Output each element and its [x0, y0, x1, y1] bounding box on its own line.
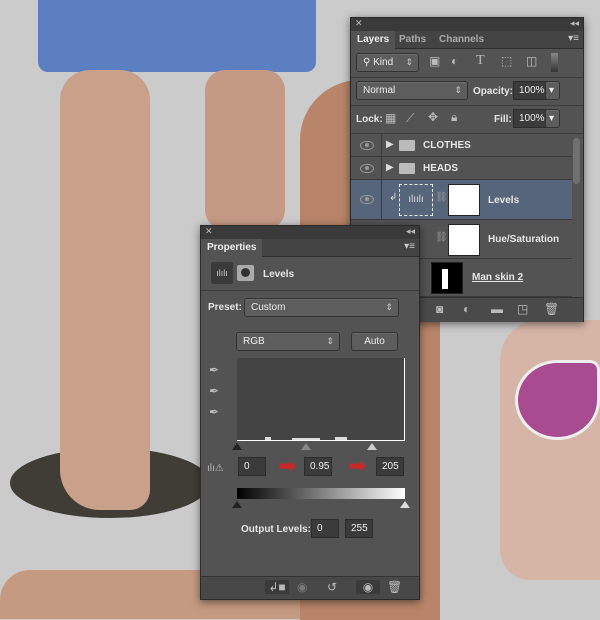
- new-adjustment-icon[interactable]: ◐: [463, 302, 470, 316]
- levels-adjustment-icon: ılıılı: [399, 184, 433, 216]
- layer-thumbnail: [431, 262, 463, 294]
- right-leg: [205, 70, 285, 230]
- tab-paths[interactable]: Paths: [393, 31, 432, 49]
- panel-menu-icon[interactable]: ▾≡: [568, 33, 579, 44]
- layer-name: Hue/Saturation: [488, 234, 560, 245]
- left-leg: [60, 70, 150, 510]
- visibility-eye-icon[interactable]: [360, 164, 374, 173]
- visibility-eye-icon[interactable]: [360, 141, 374, 150]
- close-icon[interactable]: ✕: [355, 18, 363, 29]
- histogram: [237, 358, 405, 441]
- output-black-slider[interactable]: [232, 501, 242, 508]
- black-point-eyedropper-icon[interactable]: ✒: [209, 363, 219, 377]
- layer-mask-thumbnail: [448, 224, 480, 256]
- opacity-dropdown[interactable]: ▾: [545, 81, 560, 100]
- properties-panel: ✕ ◂◂ Properties ▾≡ ılılı Levels Preset: …: [200, 225, 420, 600]
- lock-transparent-icon[interactable]: ▦: [385, 111, 396, 125]
- expand-arrow-icon[interactable]: ▶: [386, 162, 394, 173]
- link-icon[interactable]: ⛓: [435, 232, 448, 243]
- new-group-icon[interactable]: ▬: [491, 302, 503, 316]
- white-point-eyedropper-icon[interactable]: ✒: [209, 405, 219, 419]
- preset-select[interactable]: Custom: [244, 298, 399, 317]
- filter-toggle[interactable]: [551, 53, 558, 72]
- red-arrow-icon: ➡: [348, 453, 367, 478]
- output-white-field[interactable]: 255: [345, 519, 373, 538]
- tab-layers[interactable]: Layers: [351, 31, 396, 49]
- visibility-eye-icon[interactable]: [360, 195, 374, 204]
- input-gamma-field[interactable]: 0.95: [304, 457, 332, 476]
- layer-name: HEADS: [423, 163, 459, 174]
- layer-name: CLOTHES: [423, 140, 471, 151]
- blend-mode-select[interactable]: Normal: [356, 81, 468, 100]
- layer-row-clothes[interactable]: ▶ CLOTHES: [351, 134, 572, 157]
- add-mask-icon[interactable]: ◙: [436, 302, 443, 316]
- levels-adjustment-icon[interactable]: ılılı: [211, 262, 233, 284]
- layer-name: Man skin 2: [472, 272, 524, 283]
- input-white-field[interactable]: 205: [376, 457, 404, 476]
- properties-bottom-bar: ↲■ ◉ ↺ ◉ 🗑︎: [201, 576, 419, 599]
- layer-row-heads[interactable]: ▶ HEADS: [351, 157, 572, 180]
- tab-properties[interactable]: Properties: [201, 239, 263, 257]
- fill-label: Fill:: [494, 114, 512, 125]
- folder-icon: [399, 140, 415, 151]
- gray-point-eyedropper-icon[interactable]: ✒: [209, 384, 219, 398]
- lock-paint-icon[interactable]: ⟋: [406, 111, 414, 126]
- filter-type-icon[interactable]: T: [476, 53, 485, 69]
- reset-icon[interactable]: ↺: [327, 580, 337, 594]
- panel-header[interactable]: ✕ ◂◂: [201, 226, 419, 239]
- filter-pixel-icon[interactable]: ▣: [429, 54, 440, 68]
- lock-all-icon[interactable]: 🔒︎: [451, 110, 457, 125]
- bikini-top: [515, 360, 600, 440]
- output-white-slider[interactable]: [400, 501, 410, 508]
- collapse-icon[interactable]: ◂◂: [406, 226, 415, 237]
- preset-label: Preset:: [208, 302, 242, 313]
- filter-kind-select[interactable]: ⚲ Kind: [356, 53, 419, 72]
- clip-to-layer-icon[interactable]: ↲■: [265, 580, 289, 594]
- view-previous-state-icon[interactable]: ◉: [297, 580, 307, 594]
- clip-arrow-icon: ↲: [389, 192, 398, 203]
- shorts: [38, 0, 316, 72]
- layers-scrollbar[interactable]: [573, 138, 580, 184]
- delete-icon[interactable]: 🗑︎: [387, 580, 402, 594]
- fill-input[interactable]: 100%: [513, 109, 547, 128]
- collapse-icon[interactable]: ◂◂: [570, 18, 579, 29]
- input-white-slider[interactable]: [367, 443, 377, 450]
- clipping-warning-icon: ılı⚠: [207, 463, 224, 474]
- delete-layer-icon[interactable]: 🗑︎: [544, 302, 559, 316]
- input-black-field[interactable]: 0: [238, 457, 266, 476]
- output-levels-label: Output Levels:: [241, 524, 312, 535]
- panel-header[interactable]: ✕ ◂◂: [351, 18, 583, 31]
- search-icon: ⚲: [363, 57, 374, 68]
- channel-select[interactable]: RGB: [236, 332, 340, 351]
- opacity-label: Opacity:: [473, 86, 514, 97]
- input-black-slider[interactable]: [232, 443, 242, 450]
- red-arrow-icon: ➡: [278, 453, 297, 478]
- tab-channels[interactable]: Channels: [433, 31, 490, 49]
- expand-arrow-icon[interactable]: ▶: [386, 139, 394, 150]
- layer-row-levels[interactable]: ↲ ılıılı ⛓ Levels: [351, 180, 572, 220]
- panel-menu-icon[interactable]: ▾≡: [404, 241, 415, 252]
- filter-smartobject-icon[interactable]: ◫: [526, 54, 537, 68]
- fill-dropdown[interactable]: ▾: [545, 109, 560, 128]
- opacity-input[interactable]: 100%: [513, 81, 547, 100]
- mannequin: [500, 320, 600, 580]
- output-black-field[interactable]: 0: [311, 519, 339, 538]
- layer-mask-thumbnail: [448, 184, 480, 216]
- folder-icon: [399, 163, 415, 174]
- output-gradient: [237, 488, 405, 499]
- filter-shape-icon[interactable]: ⬚: [501, 54, 512, 68]
- input-gamma-slider[interactable]: [301, 443, 311, 450]
- visibility-eye-icon[interactable]: ◉: [356, 580, 380, 594]
- link-icon[interactable]: ⛓: [435, 192, 448, 203]
- auto-button[interactable]: Auto: [351, 332, 398, 351]
- mask-icon[interactable]: [237, 265, 254, 281]
- layer-name: Levels: [488, 195, 520, 206]
- adjustment-title: Levels: [263, 269, 295, 280]
- close-icon[interactable]: ✕: [205, 226, 213, 237]
- lock-label: Lock:: [356, 114, 383, 125]
- new-layer-icon[interactable]: ◳: [517, 302, 528, 316]
- filter-adjustment-icon[interactable]: ◐: [451, 54, 458, 68]
- lock-move-icon[interactable]: ✥: [428, 110, 438, 124]
